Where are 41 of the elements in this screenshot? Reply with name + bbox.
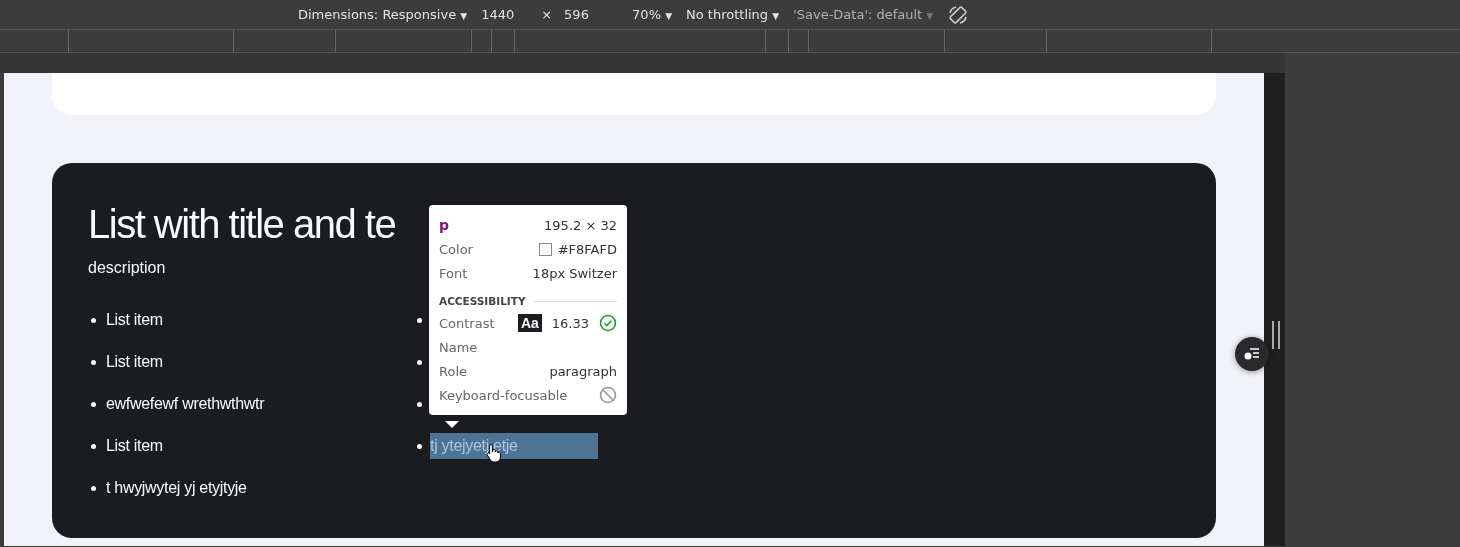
- list-item: List item: [106, 353, 163, 371]
- property-label: Role: [439, 363, 467, 379]
- rotate-icon[interactable]: [947, 3, 970, 26]
- bullet-icon: [91, 485, 96, 491]
- property-value: #F8FAFD: [557, 241, 617, 257]
- bullet-icon: [417, 359, 422, 365]
- zoom-dropdown[interactable]: 70% ▼: [632, 7, 673, 22]
- property-value: paragraph: [549, 363, 617, 379]
- property-label: Font: [439, 265, 468, 281]
- bullet-icon: [417, 317, 422, 323]
- contrast-value: 16.33: [551, 315, 589, 331]
- device-dropdown[interactable]: Dimensions: Responsive ▼: [298, 7, 468, 22]
- property-label: Contrast: [439, 315, 495, 331]
- height-field[interactable]: 596: [564, 7, 605, 22]
- list-item: ewfwefewf wrethwthwtr: [106, 395, 265, 413]
- contrast-sample: Aa: [517, 314, 542, 332]
- list-settings-icon: [1243, 347, 1261, 361]
- element-size: 195.2 × 32: [544, 217, 617, 233]
- width-field[interactable]: 1440: [481, 7, 522, 22]
- tooltip-pointer: [445, 421, 459, 428]
- element-tag: p: [439, 217, 450, 233]
- property-label: Name: [439, 339, 478, 355]
- list-item: List item: [106, 311, 163, 329]
- resize-handle[interactable]: [1272, 321, 1280, 349]
- list-item: List item: [106, 437, 163, 455]
- accessibility-heading: ACCESSIBILITY: [439, 295, 526, 307]
- property-value: 18px Switzer: [532, 265, 617, 281]
- property-label: Color: [439, 241, 473, 257]
- property-label: Keyboard-focusable: [439, 387, 568, 403]
- throttling-dropdown[interactable]: No throttling ▼: [686, 7, 780, 22]
- bullet-icon: [91, 359, 96, 365]
- times-sign: ×: [541, 7, 553, 22]
- bullet-icon: [91, 317, 96, 323]
- list-item: t hwyjwytej yj etyjtyje: [106, 479, 247, 497]
- bullet-icon: [417, 401, 422, 407]
- section-description: description: [88, 259, 166, 277]
- bullet-icon: [417, 443, 422, 449]
- bullet-icon: [91, 443, 96, 449]
- list-item: tj ytejyetj etje: [430, 433, 598, 459]
- section-title: List with title and te: [88, 201, 396, 247]
- bullet-icon: [91, 401, 96, 407]
